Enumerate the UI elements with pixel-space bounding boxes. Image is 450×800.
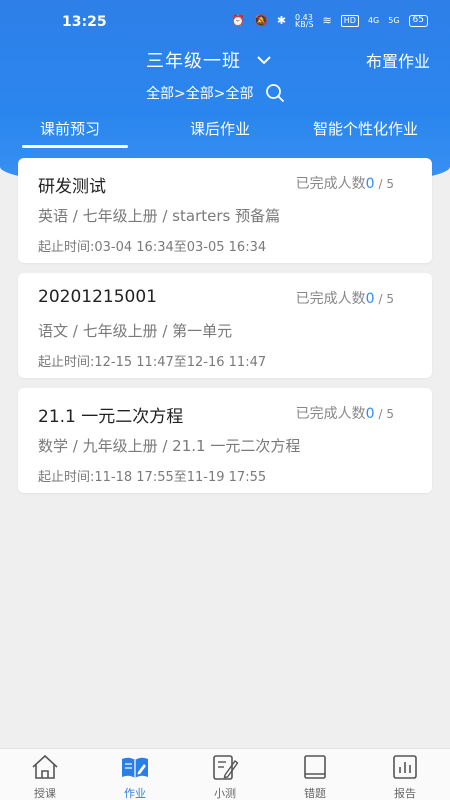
done-number: 0 [365, 176, 375, 192]
homework-period: 起止时间:11-18 17:55至11-19 17:55 [38, 470, 267, 485]
nav-label: 报告 [394, 787, 416, 800]
nav-item-mistakes[interactable]: 错题 [280, 753, 350, 800]
total-number: / 5 [378, 292, 395, 306]
signal-5g: 5G [388, 16, 400, 25]
homework-card[interactable]: 21.1 一元二次方程 已完成人数0/ 5 数学 / 九年级上册 / 21.1 … [18, 388, 432, 493]
battery-icon: 65 [408, 15, 428, 27]
status-icons: ⏰ 🔕 ✱ 0.43 KB/S ≋ HD 4G 5G 65 [231, 13, 428, 29]
homework-card[interactable]: 研发测试 已完成人数0/ 5 英语 / 七年级上册 / starters 预备篇… [18, 158, 432, 263]
nav-label: 错题 [304, 787, 326, 800]
homework-period: 起止时间:03-04 16:34至03-05 16:34 [38, 240, 267, 255]
class-selector[interactable]: 三年级一班 [146, 47, 271, 73]
homework-title: 21.1 一元二次方程 [38, 407, 184, 427]
hd-badge: HD [340, 15, 359, 27]
status-bar: 13:25 ⏰ 🔕 ✱ 0.43 KB/S ≋ HD 4G 5G 65 [0, 0, 450, 36]
homework-subject: 语文 / 七年级上册 / 第一单元 [38, 322, 233, 340]
chart-icon [393, 755, 417, 779]
total-number: / 5 [378, 177, 395, 191]
filter-breadcrumb[interactable]: 全部>全部>全部 [146, 83, 285, 103]
home-icon [32, 754, 58, 779]
completion-count: 已完成人数0/ 5 [296, 403, 394, 423]
bluetooth-icon: ✱ [276, 14, 287, 27]
nav-label: 授课 [34, 787, 56, 800]
done-label: 已完成人数 [295, 176, 366, 192]
note-edit-icon [213, 755, 239, 780]
tab-preview[interactable]: 课前预习 [40, 118, 100, 139]
total-number: / 5 [378, 407, 395, 421]
homework-subject: 英语 / 七年级上册 / starters 预备篇 [38, 207, 281, 225]
book-edit-icon [122, 757, 148, 778]
homework-card[interactable]: 20201215001 已完成人数0/ 5 语文 / 七年级上册 / 第一单元 … [18, 273, 432, 378]
filter-label: 全部>全部>全部 [146, 86, 254, 102]
homework-title: 20201215001 [38, 287, 157, 307]
search-icon[interactable] [265, 83, 285, 103]
nav-item-teaching[interactable]: 授课 [10, 753, 80, 800]
completion-count: 已完成人数0/ 5 [296, 173, 394, 193]
done-label: 已完成人数 [295, 291, 366, 307]
tab-after-class[interactable]: 课后作业 [190, 118, 250, 139]
nav-label: 作业 [124, 787, 146, 800]
nav-label: 小测 [214, 787, 236, 800]
tab-personalized[interactable]: 智能个性化作业 [313, 118, 418, 139]
completion-count: 已完成人数0/ 5 [296, 288, 394, 308]
active-tab-indicator [22, 145, 128, 148]
chevron-down-icon [257, 56, 271, 65]
wifi-icon: ≋ [322, 14, 332, 27]
done-label: 已完成人数 [295, 406, 366, 422]
status-time: 13:25 [62, 14, 107, 30]
alarm-icon: ⏰ [231, 14, 246, 27]
network-speed: 0.43 KB/S [295, 13, 314, 29]
bottom-navigation: 授课 作业 小测 错题 报告 [0, 748, 450, 800]
nav-item-homework[interactable]: 作业 [100, 753, 170, 800]
assign-homework-button[interactable]: 布置作业 [366, 48, 430, 72]
homework-title: 研发测试 [38, 177, 106, 197]
homework-subject: 数学 / 九年级上册 / 21.1 一元二次方程 [38, 437, 301, 455]
mute-icon: 🔕 [254, 14, 268, 27]
homework-period: 起止时间:12-15 11:47至12-16 11:47 [38, 355, 267, 370]
done-number: 0 [365, 291, 375, 307]
class-name: 三年级一班 [146, 51, 241, 72]
done-number: 0 [365, 406, 375, 422]
nav-item-report[interactable]: 报告 [370, 753, 440, 800]
nav-item-quiz[interactable]: 小测 [190, 753, 260, 800]
signal-4g: 4G [367, 16, 380, 25]
book-icon [304, 755, 326, 779]
